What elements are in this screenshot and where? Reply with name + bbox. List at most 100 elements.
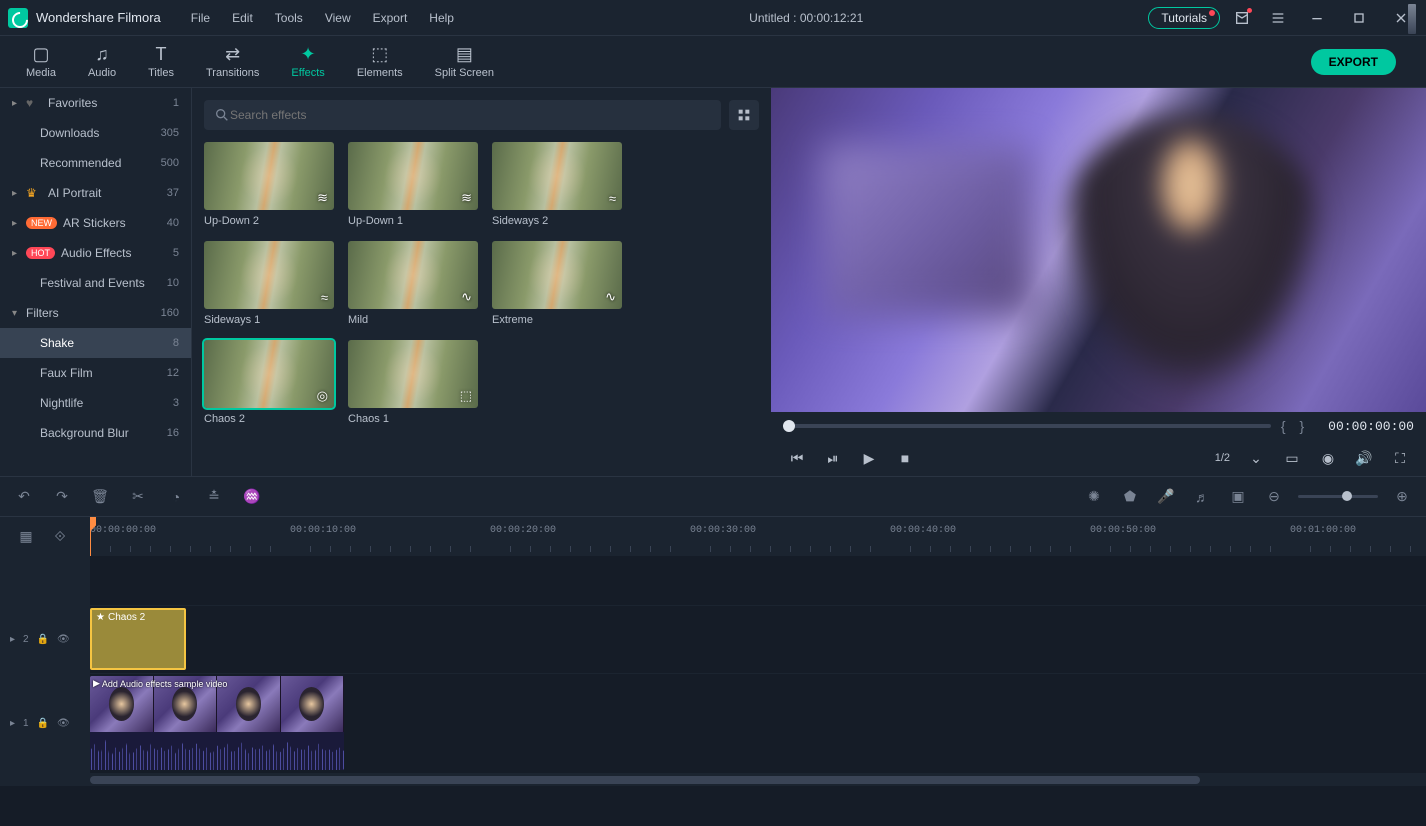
- fullscreen-button[interactable]: ⛶: [1386, 444, 1414, 472]
- menu-file[interactable]: File: [181, 7, 220, 29]
- record-button[interactable]: 🎤: [1154, 485, 1178, 509]
- eye-icon[interactable]: 👁: [57, 718, 70, 729]
- effect-thumbnail[interactable]: ∿: [348, 241, 478, 309]
- snapshot-button[interactable]: ◉: [1314, 444, 1342, 472]
- effect-clip[interactable]: ★Chaos 2: [90, 608, 186, 670]
- link-button[interactable]: ⟐: [48, 525, 72, 549]
- effect-thumbnail[interactable]: ⬚: [348, 340, 478, 408]
- quality-button[interactable]: ▭: [1278, 444, 1306, 472]
- sidebar-item-audio-effects[interactable]: ▸HOTAudio Effects5: [0, 238, 191, 268]
- zoom-slider[interactable]: [1298, 495, 1378, 498]
- cut-button[interactable]: ✂: [126, 485, 150, 509]
- sidebar-item-favorites[interactable]: ▸♥Favorites1: [0, 88, 191, 118]
- menu-tools[interactable]: Tools: [265, 7, 313, 29]
- scrollbar-thumb[interactable]: [90, 776, 1200, 784]
- effect-sideways-1[interactable]: ≈Sideways 1: [204, 241, 334, 326]
- mixer-button[interactable]: ♬: [1190, 485, 1214, 509]
- tab-transitions[interactable]: ⇄Transitions: [190, 40, 275, 83]
- menu-view[interactable]: View: [315, 7, 361, 29]
- play-pause-button[interactable]: ⏯: [819, 444, 847, 472]
- effect-chaos-1[interactable]: ⬚Chaos 1: [348, 340, 478, 425]
- export-button[interactable]: EXPORT: [1311, 49, 1396, 75]
- stop-button[interactable]: ■: [891, 444, 919, 472]
- tab-effects[interactable]: ✦Effects: [275, 40, 340, 83]
- effects-sidebar[interactable]: ▸♥Favorites1Downloads305Recommended500▸♛…: [0, 88, 192, 476]
- effect-thumbnail[interactable]: ◎: [204, 340, 334, 408]
- new-badge: NEW: [26, 217, 57, 229]
- lock-icon[interactable]: 🔒: [37, 718, 49, 729]
- tab-elements[interactable]: ⬚Elements: [341, 40, 419, 83]
- marker-button[interactable]: ⬟: [1118, 485, 1142, 509]
- eye-icon[interactable]: 👁: [57, 634, 70, 645]
- audio-button[interactable]: ♒: [240, 485, 264, 509]
- effect-thumbnail[interactable]: ≈: [492, 142, 622, 210]
- maximize-button[interactable]: [1342, 4, 1376, 32]
- effect-thumbnail[interactable]: ∿: [492, 241, 622, 309]
- playhead[interactable]: [90, 517, 91, 556]
- sidebar-item-nightlife[interactable]: Nightlife3: [0, 388, 191, 418]
- mark-brackets[interactable]: {}: [1281, 418, 1318, 434]
- track-height-toggle[interactable]: [1408, 4, 1416, 34]
- sidebar-item-recommended[interactable]: Recommended500: [0, 148, 191, 178]
- preview-timecode: 00:00:00:00: [1328, 419, 1414, 434]
- list-icon[interactable]: [1264, 4, 1292, 32]
- preview-video[interactable]: [771, 88, 1426, 412]
- zoom-out-button[interactable]: ⊖: [1262, 485, 1286, 509]
- sidebar-item-shake[interactable]: Shake8: [0, 328, 191, 358]
- adjust-button[interactable]: ≛: [202, 485, 226, 509]
- effect-thumbnail[interactable]: ≋: [348, 142, 478, 210]
- menu-edit[interactable]: Edit: [222, 7, 263, 29]
- minimize-button[interactable]: [1300, 4, 1334, 32]
- tab-splitscreen[interactable]: ▤Split Screen: [419, 40, 510, 83]
- splitscreen-icon: ▤: [456, 44, 473, 65]
- effects-icon: ✦: [301, 44, 316, 65]
- search-box[interactable]: [204, 100, 721, 130]
- sidebar-item-filters[interactable]: ▾Filters160: [0, 298, 191, 328]
- render-button[interactable]: ✺: [1082, 485, 1106, 509]
- seek-handle[interactable]: [783, 420, 795, 432]
- sidebar-item-festival-and-events[interactable]: Festival and Events10: [0, 268, 191, 298]
- tutorials-button[interactable]: Tutorials: [1148, 7, 1220, 29]
- keyframe-button[interactable]: ▣: [1226, 485, 1250, 509]
- sidebar-item-ai-portrait[interactable]: ▸♛AI Portrait37: [0, 178, 191, 208]
- effect-chaos-2[interactable]: ◎Chaos 2: [204, 340, 334, 425]
- timeline-tracks[interactable]: ▸ 2 🔒 👁 ★Chaos 2 ▸ 1 🔒 👁 ▶Add Audio effe…: [0, 556, 1426, 826]
- effect-up-down-2[interactable]: ≋Up-Down 2: [204, 142, 334, 227]
- titlebar: Wondershare Filmora File Edit Tools View…: [0, 0, 1426, 36]
- search-input[interactable]: [230, 108, 711, 122]
- play-button[interactable]: ▶: [855, 444, 883, 472]
- sidebar-item-faux-film[interactable]: Faux Film12: [0, 358, 191, 388]
- tab-audio[interactable]: ♫Audio: [72, 40, 132, 83]
- effect-thumbnail[interactable]: ≈: [204, 241, 334, 309]
- timeline-scrollbar[interactable]: [0, 774, 1426, 786]
- sidebar-item-background-blur[interactable]: Background Blur16: [0, 418, 191, 448]
- preview-zoom[interactable]: 1/2: [1215, 452, 1230, 464]
- redo-button[interactable]: ↷: [50, 485, 74, 509]
- volume-button[interactable]: 🔊: [1350, 444, 1378, 472]
- menu-export[interactable]: Export: [363, 7, 418, 29]
- sidebar-item-downloads[interactable]: Downloads305: [0, 118, 191, 148]
- zoom-slider-handle[interactable]: [1342, 491, 1352, 501]
- menu-help[interactable]: Help: [419, 7, 464, 29]
- seek-track[interactable]: [783, 424, 1271, 428]
- zoom-dropdown[interactable]: ⌄: [1242, 444, 1270, 472]
- tab-titles[interactable]: TTitles: [132, 40, 190, 83]
- effect-mild[interactable]: ∿Mild: [348, 241, 478, 326]
- delete-button[interactable]: 🗑: [88, 485, 112, 509]
- effect-sideways-2[interactable]: ≈Sideways 2: [492, 142, 622, 227]
- video-clip[interactable]: ▶Add Audio effects sample video: [90, 676, 344, 770]
- zoom-in-button[interactable]: ⊕: [1390, 485, 1414, 509]
- ruler-menu-button[interactable]: ▦: [14, 525, 38, 549]
- effect-thumbnail[interactable]: ≋: [204, 142, 334, 210]
- lock-icon[interactable]: 🔒: [37, 634, 49, 645]
- undo-button[interactable]: ↶: [12, 485, 36, 509]
- sidebar-item-ar-stickers[interactable]: ▸NEWAR Stickers40: [0, 208, 191, 238]
- speed-button[interactable]: ◔: [164, 485, 188, 509]
- tab-media[interactable]: ▢Media: [10, 40, 72, 83]
- timeline-ruler[interactable]: ▦ ⟐ 00:00:00:0000:00:10:0000:00:20:0000:…: [0, 516, 1426, 556]
- mail-icon[interactable]: [1228, 4, 1256, 32]
- effect-up-down-1[interactable]: ≋Up-Down 1: [348, 142, 478, 227]
- prev-frame-button[interactable]: ⏮: [783, 444, 811, 472]
- grid-view-button[interactable]: [729, 100, 759, 130]
- effect-extreme[interactable]: ∿Extreme: [492, 241, 622, 326]
